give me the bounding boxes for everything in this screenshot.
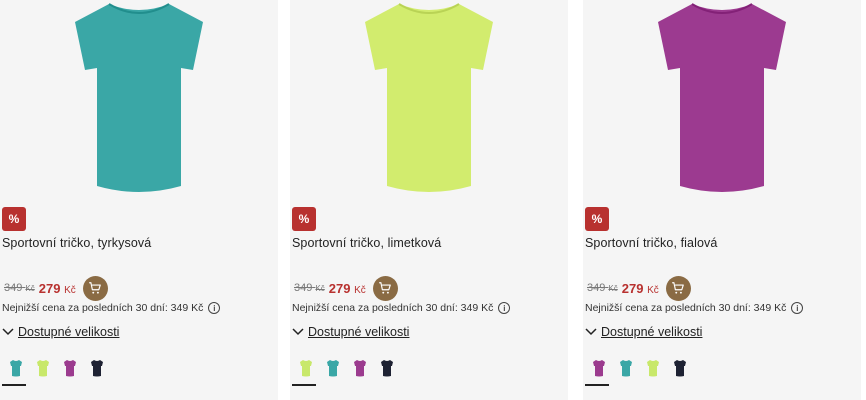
color-swatches — [585, 356, 693, 386]
color-swatch[interactable] — [83, 356, 110, 381]
tshirt-icon — [619, 360, 632, 377]
old-price: 349 Kč — [587, 282, 618, 294]
product-card[interactable]: % Sportovní tričko, tyrkysová 349 Kč 279… — [0, 0, 278, 400]
add-to-cart-button[interactable] — [665, 275, 691, 301]
tshirt-icon — [63, 360, 76, 377]
tshirt-icon — [299, 360, 312, 377]
color-swatch[interactable] — [666, 356, 693, 381]
discount-badge: % — [292, 207, 316, 231]
tshirt-icon — [75, 3, 203, 192]
discount-badge: % — [2, 207, 26, 231]
tshirt-icon — [326, 360, 339, 377]
product-title[interactable]: Sportovní tričko, limetková — [292, 236, 441, 250]
tshirt-icon — [9, 360, 22, 377]
tshirt-icon — [380, 360, 393, 377]
tshirt-icon — [365, 3, 493, 192]
add-to-cart-button[interactable] — [372, 275, 398, 301]
available-sizes-toggle[interactable]: Dostupné velikosti — [2, 325, 119, 339]
product-image[interactable] — [290, 0, 568, 212]
new-price: 279 Kč — [621, 280, 659, 296]
color-swatch[interactable] — [639, 356, 666, 381]
old-price: 349 Kč — [4, 282, 35, 294]
info-icon[interactable]: i — [791, 302, 804, 314]
available-sizes-toggle[interactable]: Dostupné velikosti — [585, 325, 702, 339]
product-image[interactable] — [0, 0, 278, 212]
chevron-down-icon — [585, 328, 597, 336]
price-row: 349 Kč 279 Kč — [294, 275, 398, 301]
product-card[interactable]: % Sportovní tričko, fialová 349 Kč 279 K… — [583, 0, 861, 400]
color-swatch[interactable] — [56, 356, 83, 381]
product-card[interactable]: % Sportovní tričko, limetková 349 Kč 279… — [290, 0, 568, 400]
tshirt-icon — [90, 360, 103, 377]
tshirt-icon — [36, 360, 49, 377]
lowest-price-note: Nejnižší cena za posledních 30 dní: 349 … — [2, 302, 221, 314]
color-swatch[interactable] — [319, 356, 346, 381]
cart-icon — [89, 282, 102, 294]
info-icon[interactable]: i — [498, 302, 511, 314]
tshirt-icon — [646, 360, 659, 377]
color-swatch[interactable] — [292, 356, 319, 386]
old-price: 349 Kč — [294, 282, 325, 294]
tshirt-icon — [353, 360, 366, 377]
product-image[interactable] — [583, 0, 861, 212]
chevron-down-icon — [2, 328, 14, 336]
product-title[interactable]: Sportovní tričko, tyrkysová — [2, 236, 151, 250]
available-sizes-toggle[interactable]: Dostupné velikosti — [292, 325, 409, 339]
info-icon[interactable]: i — [208, 302, 221, 314]
cart-icon — [379, 282, 392, 294]
new-price: 279 Kč — [328, 280, 366, 296]
chevron-down-icon — [292, 328, 304, 336]
color-swatch[interactable] — [612, 356, 639, 381]
tshirt-icon — [592, 360, 605, 377]
product-title[interactable]: Sportovní tričko, fialová — [585, 236, 717, 250]
color-swatch[interactable] — [585, 356, 612, 386]
product-grid: % Sportovní tričko, tyrkysová 349 Kč 279… — [0, 0, 866, 400]
lowest-price-note: Nejnižší cena za posledních 30 dní: 349 … — [292, 302, 511, 314]
tshirt-icon — [673, 360, 686, 377]
color-swatch[interactable] — [346, 356, 373, 381]
cart-icon — [672, 282, 685, 294]
color-swatch[interactable] — [2, 356, 29, 386]
price-row: 349 Kč 279 Kč — [4, 275, 108, 301]
new-price: 279 Kč — [38, 280, 76, 296]
color-swatches — [2, 356, 110, 386]
color-swatches — [292, 356, 400, 386]
tshirt-icon — [658, 3, 786, 192]
discount-badge: % — [585, 207, 609, 231]
price-row: 349 Kč 279 Kč — [587, 275, 691, 301]
lowest-price-note: Nejnižší cena za posledních 30 dní: 349 … — [585, 302, 804, 314]
add-to-cart-button[interactable] — [82, 275, 108, 301]
color-swatch[interactable] — [373, 356, 400, 381]
color-swatch[interactable] — [29, 356, 56, 381]
